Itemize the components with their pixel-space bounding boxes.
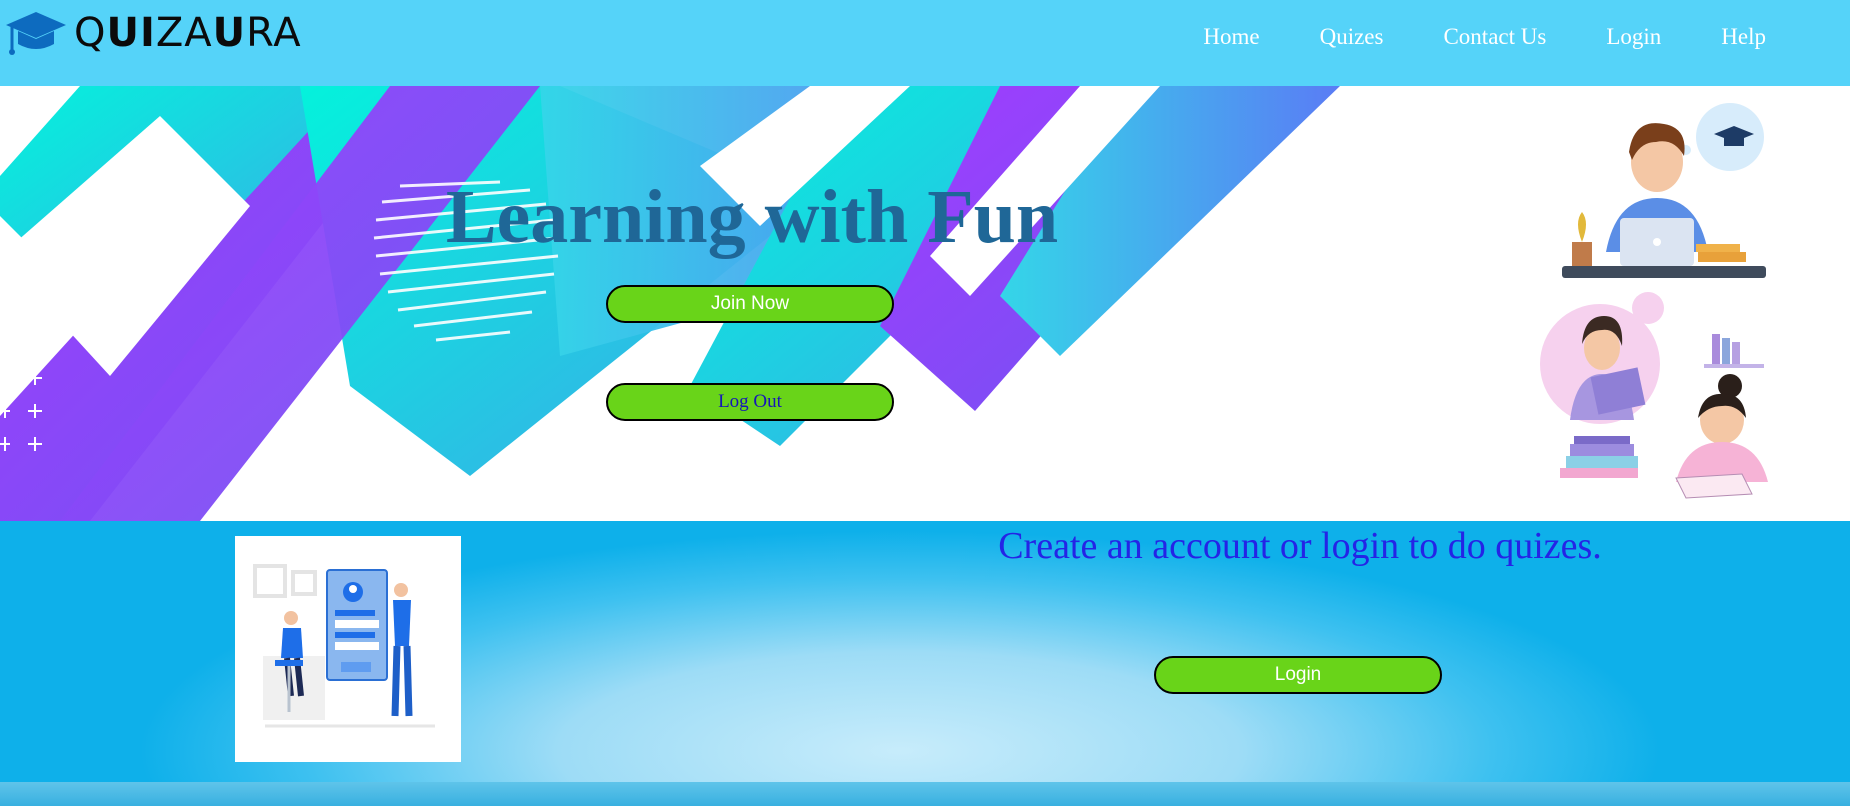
nav-help-link[interactable]: Help — [1721, 24, 1766, 50]
join-now-button[interactable]: Join Now — [606, 285, 894, 323]
nav-home-link[interactable]: Home — [1203, 24, 1259, 50]
hero-section: Learning with Fun Join Now Log Out — [0, 86, 1850, 521]
account-section: Create an account or login to do quizes.… — [0, 521, 1850, 782]
nav-login-link[interactable]: Login — [1606, 24, 1661, 50]
nav-contact-link[interactable]: Contact Us — [1443, 24, 1546, 50]
brand-logo[interactable]: QUIZAURA — [4, 6, 302, 60]
nav-quizes-link[interactable]: Quizes — [1320, 24, 1384, 50]
brand-name: QUIZAURA — [74, 10, 302, 56]
login-button[interactable]: Login — [1154, 656, 1442, 694]
signup-illustration — [235, 536, 461, 762]
main-nav: Home Quizes Contact Us Login Help — [1203, 24, 1766, 50]
footer-strip — [0, 782, 1850, 806]
account-prompt: Create an account or login to do quizes. — [998, 525, 1602, 567]
students-illustration — [1540, 103, 1768, 499]
graduation-cap-icon — [4, 6, 68, 60]
hero-title: Learning with Fun — [445, 175, 1059, 259]
log-out-button[interactable]: Log Out — [606, 383, 894, 421]
top-navbar: QUIZAURA Home Quizes Contact Us Login He… — [0, 0, 1850, 86]
